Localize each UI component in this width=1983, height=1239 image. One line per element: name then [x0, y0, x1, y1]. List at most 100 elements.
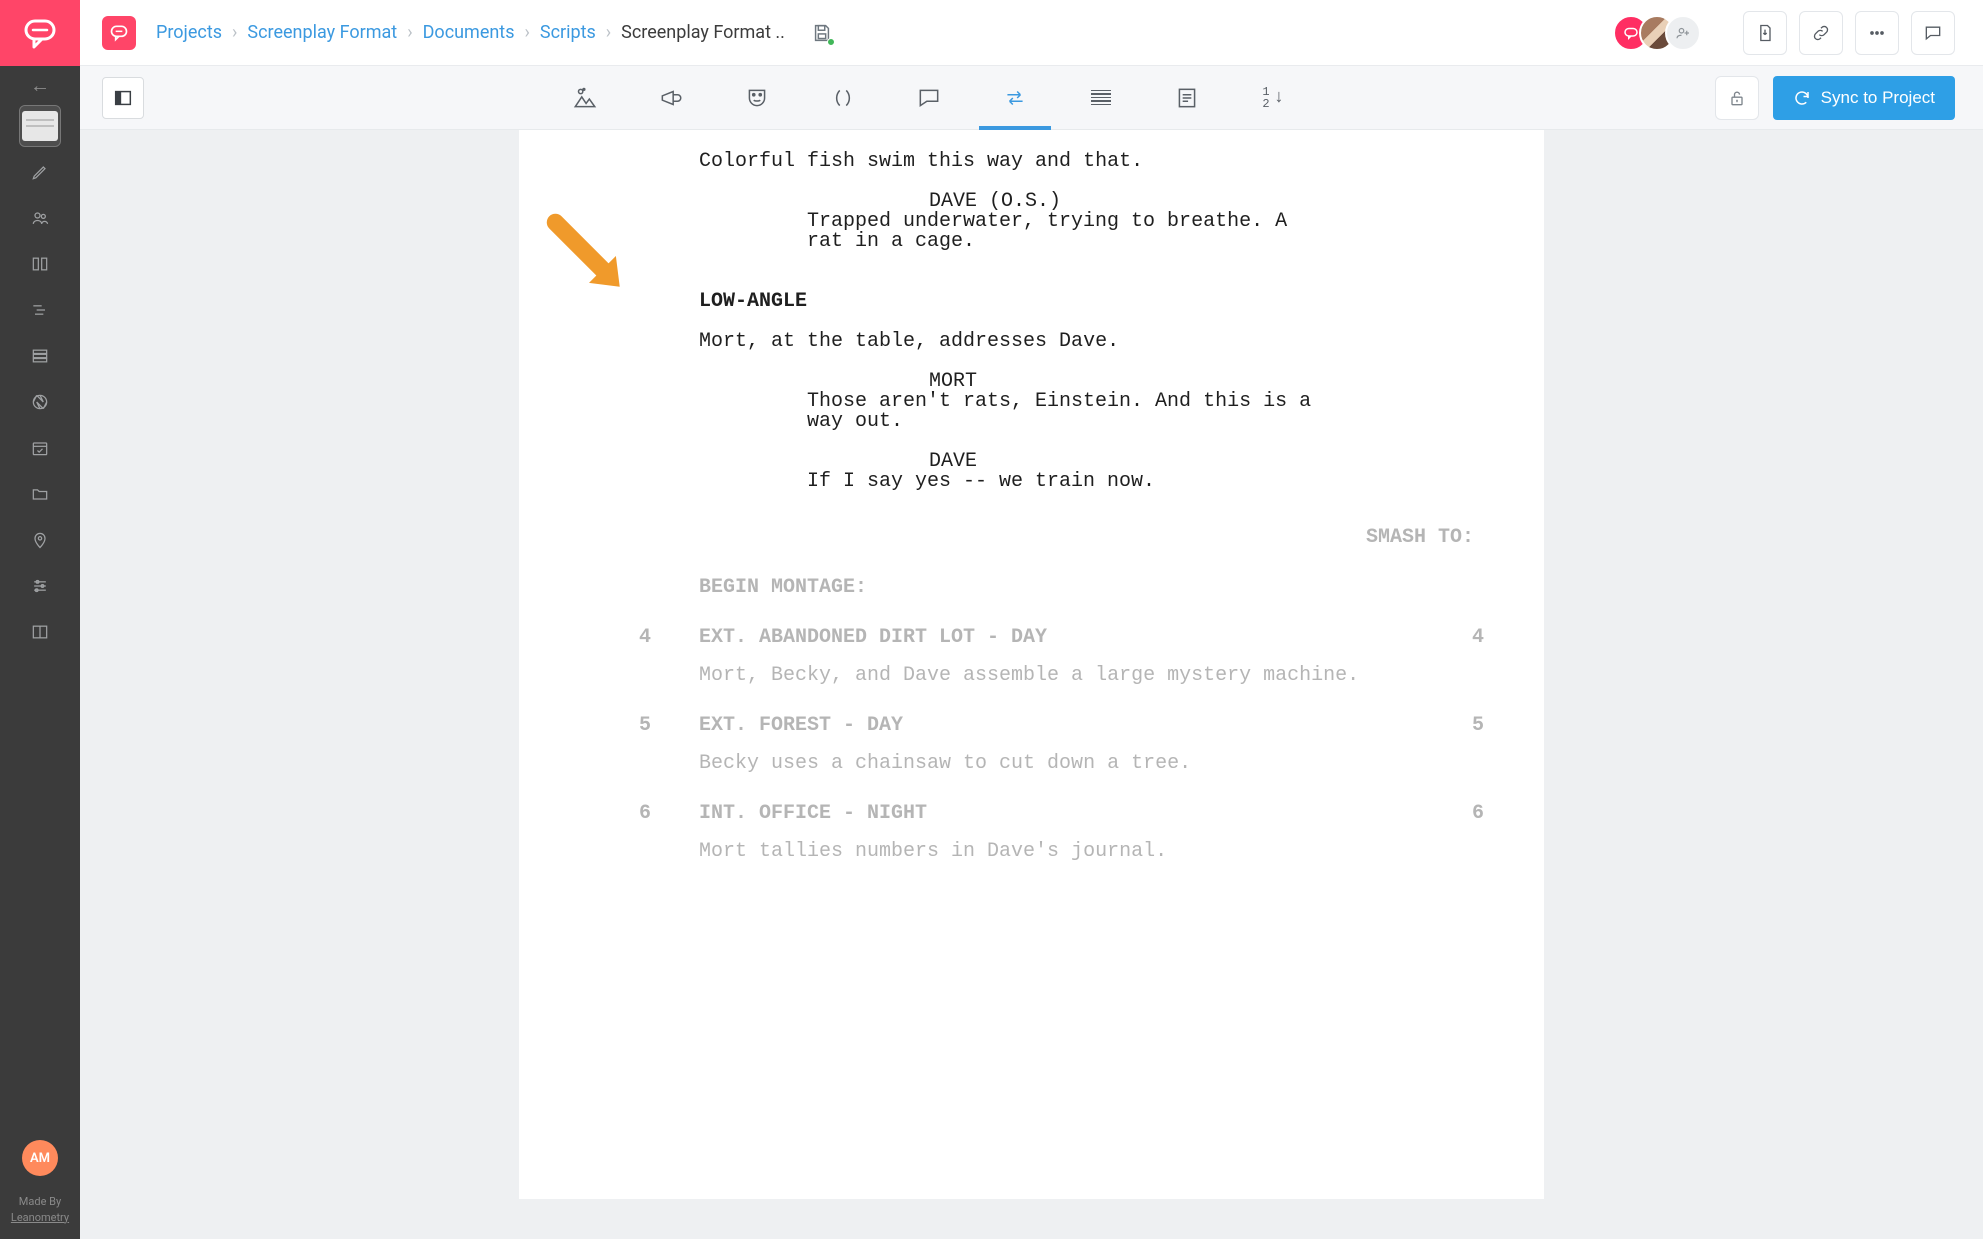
sidebar-item-rows[interactable] [20, 336, 60, 376]
sync-icon [1793, 89, 1811, 107]
calendar-icon [30, 438, 50, 458]
user-avatar[interactable]: AM [22, 1140, 58, 1176]
breadcrumb-project-name[interactable]: Screenplay Format [247, 22, 397, 43]
sidebar-item-storyboard[interactable] [20, 244, 60, 284]
tool-note[interactable] [1169, 77, 1205, 119]
scene-number-left: 5 [579, 716, 699, 736]
note-icon [1174, 85, 1200, 111]
script-transition: SMASH TO: [579, 528, 1474, 548]
presence-avatars [1623, 15, 1701, 51]
script-shot: LOW-ANGLE [699, 292, 1484, 312]
lock-button[interactable] [1715, 76, 1759, 120]
scene-number-right: 4 [1424, 628, 1484, 648]
app-icon[interactable] [102, 16, 136, 50]
credits: Made By Leanometry [11, 1194, 69, 1239]
chat-icon [1923, 23, 1943, 43]
lock-open-icon [1727, 88, 1747, 108]
status-dot-icon [827, 38, 835, 46]
script-action: Becky uses a chainsaw to cut down a tree… [699, 754, 1444, 774]
pin-icon [30, 530, 50, 550]
header: Projects › Screenplay Format › Documents… [80, 0, 1983, 66]
script-action: Mort, Becky, and Dave assemble a large m… [699, 666, 1444, 686]
scene-row: 4 EXT. ABANDONED DIRT LOT - DAY 4 [579, 628, 1484, 648]
save-indicator[interactable] [811, 22, 833, 44]
stagger-icon [30, 300, 50, 320]
back-button[interactable]: ← [0, 66, 80, 104]
breadcrumb-documents[interactable]: Documents [423, 22, 515, 43]
aperture-icon [30, 392, 50, 412]
sidebar-item-settings[interactable] [20, 566, 60, 606]
tool-general[interactable] [1083, 77, 1119, 119]
script-dialogue: Trapped underwater, trying to breathe. A… [807, 212, 1334, 252]
export-button[interactable] [1743, 11, 1787, 55]
sidebar-item-locations[interactable] [20, 520, 60, 560]
sidebar-item-calendar[interactable] [20, 428, 60, 468]
megaphone-icon [658, 85, 684, 111]
sidebar-item-reader[interactable] [20, 612, 60, 652]
tool-transition[interactable] [997, 77, 1033, 119]
chevron-right-icon: › [606, 22, 611, 43]
mask-icon [744, 85, 770, 111]
scene-heading: EXT. ABANDONED DIRT LOT - DAY [699, 628, 1424, 648]
scene-heading: EXT. FOREST - DAY [699, 716, 1424, 736]
scene-number-right: 6 [1424, 804, 1484, 824]
speech-bubble-icon [1622, 24, 1640, 42]
sidebar-item-files[interactable] [20, 474, 60, 514]
script-action: Colorful fish swim this way and that. [699, 152, 1444, 172]
scene-number-left: 4 [579, 628, 699, 648]
brand-logo[interactable] [0, 0, 80, 66]
comments-button[interactable] [1911, 11, 1955, 55]
panel-toggle-button[interactable] [102, 77, 144, 119]
dots-icon [1867, 23, 1887, 43]
tool-dialogue[interactable] [911, 77, 947, 119]
sliders-icon [30, 576, 50, 596]
sidebar-item-cast[interactable] [20, 198, 60, 238]
chevron-right-icon: › [232, 22, 237, 43]
sidebar-item-edit[interactable] [20, 152, 60, 192]
sync-button[interactable]: Sync to Project [1773, 76, 1955, 120]
sidebar-item-thumbnail[interactable] [20, 106, 60, 146]
scene-number-left: 6 [579, 804, 699, 824]
numbers-icon: 12↓ [1262, 86, 1284, 110]
presence-add-button[interactable] [1665, 15, 1701, 51]
scene-row: 6 INT. OFFICE - NIGHT 6 [579, 804, 1484, 824]
chevron-right-icon: › [524, 22, 529, 43]
link-icon [1811, 23, 1831, 43]
tool-scene[interactable] [567, 77, 603, 119]
page-thumbnail-icon [22, 111, 58, 141]
mountain-icon [572, 85, 598, 111]
folder-icon [30, 484, 50, 504]
share-link-button[interactable] [1799, 11, 1843, 55]
editor-canvas[interactable]: Colorful fish swim this way and that. DA… [80, 130, 1983, 1239]
script-page[interactable]: Colorful fish swim this way and that. DA… [519, 130, 1544, 1199]
more-button[interactable] [1855, 11, 1899, 55]
script-dialogue: Those aren't rats, Einstein. And this is… [807, 392, 1334, 432]
sidebar-item-shotlist[interactable] [20, 290, 60, 330]
breadcrumb-projects[interactable]: Projects [156, 22, 222, 43]
breadcrumb-scripts[interactable]: Scripts [540, 22, 596, 43]
script-dialogue: If I say yes -- we train now. [807, 472, 1334, 492]
pencil-icon [30, 162, 50, 182]
parentheses-icon [830, 85, 856, 111]
tool-action[interactable] [653, 77, 689, 119]
script-action: Mort, at the table, addresses Dave. [699, 332, 1444, 352]
tool-scene-numbers[interactable]: 12↓ [1255, 77, 1291, 119]
tool-parenthetical[interactable] [825, 77, 861, 119]
add-person-icon [1674, 24, 1692, 42]
panel-icon [112, 87, 134, 109]
speech-icon [916, 85, 942, 111]
script-character: DAVE [929, 452, 1484, 472]
sidebar-item-aperture[interactable] [20, 382, 60, 422]
chevron-right-icon: › [407, 22, 412, 43]
script-character: MORT [929, 372, 1484, 392]
export-icon [1755, 23, 1775, 43]
speech-lines-icon [109, 23, 129, 43]
script-character: DAVE (O.S.) [929, 192, 1484, 212]
transition-icon [1002, 85, 1028, 111]
scene-heading: INT. OFFICE - NIGHT [699, 804, 1424, 824]
columns-icon [30, 254, 50, 274]
tool-character[interactable] [739, 77, 775, 119]
script-montage-start: BEGIN MONTAGE: [699, 578, 1484, 598]
lines-icon [1091, 88, 1111, 108]
scene-number-right: 5 [1424, 716, 1484, 736]
